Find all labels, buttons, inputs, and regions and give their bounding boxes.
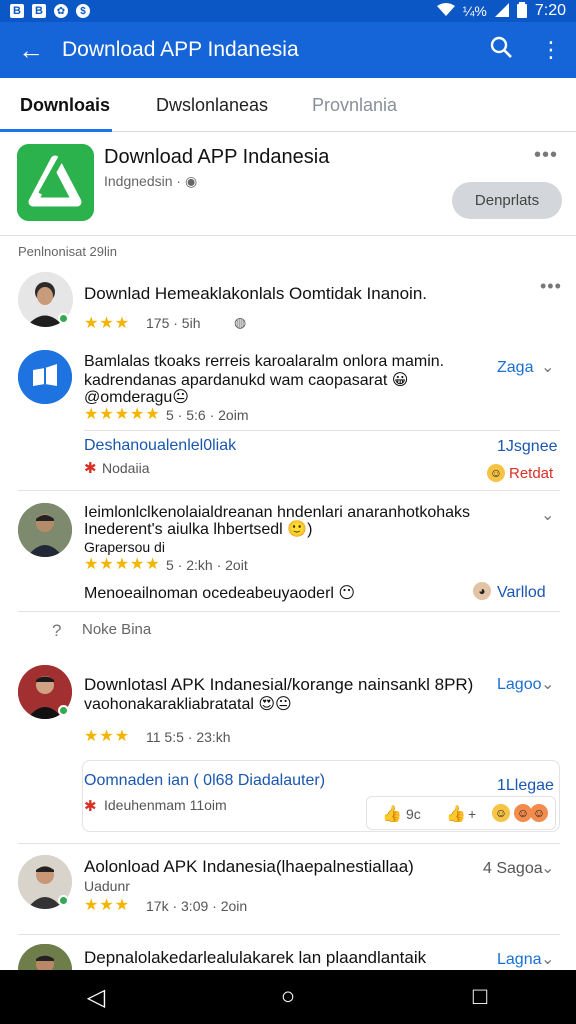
nav-back-icon[interactable]: ◁ [36, 983, 156, 1012]
nav-home-icon[interactable]: ○ [228, 983, 348, 1011]
app-bar: ← Download APP Indanesia ⋮ [0, 22, 576, 78]
search-icon[interactable] [476, 36, 526, 64]
review-title: Downlad Hemeaklakonlals Oomtidak Inanoin… [84, 284, 428, 303]
chevron-down-icon[interactable]: ⌄ [541, 674, 554, 694]
star-rating: ★★★★★ [84, 406, 161, 423]
review-body-line: Bamlalas tkoaks rerreis karoalaralm onlo… [84, 353, 445, 370]
flag-icon: ✱ [84, 798, 97, 815]
emoji-icon: ☺ [492, 804, 510, 822]
verified-icon: ◉ [184, 173, 198, 189]
review-meta: 5 · 5:6 · 2oim [166, 407, 249, 423]
back-arrow-icon[interactable]: ← [0, 35, 62, 66]
tab-second[interactable]: Dwslonlaneas [156, 95, 268, 116]
developer-name[interactable]: Indgnedsin · ◉ [104, 173, 197, 190]
review-link-right[interactable]: 1Jsgnee [497, 438, 558, 456]
signal-icon [494, 2, 509, 20]
status-time: 7:20 [534, 2, 566, 19]
meta-icon: ◍ [234, 314, 247, 330]
review-caption-right[interactable]: Varllod [497, 584, 546, 602]
overflow-menu-icon[interactable]: ••• [534, 144, 558, 167]
tab-downloads[interactable]: Downloais [20, 95, 110, 116]
app-card: Download APP Indanesia Indgnedsin · ◉ ••… [0, 134, 576, 236]
add-reaction[interactable]: + [468, 806, 476, 822]
review-link[interactable]: Oomnaden ian ( 0l68 Diadalauter) [84, 772, 325, 790]
star-rating: ★★★ [84, 897, 131, 914]
section-label: Penlnonisat 29lin [18, 244, 118, 259]
chevron-down-icon[interactable]: ⌄ [541, 949, 554, 969]
notification-icon: $ [76, 4, 90, 18]
app-logo-icon[interactable] [17, 144, 94, 221]
notification-icon: ✿ [54, 4, 68, 18]
review-tag[interactable]: 4 Sagoa [483, 860, 543, 878]
wifi-icon [436, 2, 455, 20]
reaction-count: 9c [406, 806, 421, 822]
star-rating: ★★★ [84, 315, 131, 332]
battery-text: ¼% [462, 3, 487, 19]
notification-icon: B [32, 4, 46, 18]
review-meta: 5 · 2:kh · 2oit [166, 557, 248, 573]
review-sub-right[interactable]: Retdat [509, 465, 553, 482]
avatar[interactable] [18, 350, 72, 404]
avatar[interactable] [18, 503, 72, 557]
notification-icon: B [10, 4, 24, 18]
system-nav-bar: ◁ ○ □ [0, 970, 576, 1024]
review-tag[interactable]: Lagna [497, 951, 542, 969]
review-body-line: vaohonakarakliabratatal 😍😐 [84, 696, 292, 713]
review-subtitle: Uadunr [84, 878, 130, 894]
thumbs-up-icon[interactable]: 👍 [446, 804, 466, 824]
online-dot [58, 705, 69, 716]
app-name: Download APP Indanesia [104, 146, 330, 168]
review-body-line: Inederent's aiulka lhbertsedl 🙂) [84, 521, 313, 538]
divider [18, 490, 560, 491]
emoji-icon: ☺ [530, 804, 548, 822]
tab-indicator [0, 129, 112, 132]
user-avatar-icon: ◕ [473, 582, 491, 600]
tab-third[interactable]: Provnlania [312, 95, 397, 116]
divider [18, 611, 560, 612]
app-action-button[interactable]: Denprlats [452, 182, 562, 219]
chevron-down-icon[interactable]: ⌄ [541, 357, 554, 377]
review-title: Aolonload APK Indanesia(lhaepalnestialla… [84, 857, 414, 876]
chevron-down-icon[interactable]: ⌄ [541, 505, 554, 525]
online-dot [58, 313, 69, 324]
status-bar: B B ✿ $ ¼% 7:20 [0, 0, 576, 22]
divider [84, 430, 560, 431]
review-sub: Nodaiia [102, 460, 150, 476]
review-meta: 175 · 5ih [146, 315, 201, 331]
review-tag[interactable]: Zaga [497, 359, 533, 377]
review-meta: 17k · 3:09 · 2oin [146, 898, 248, 914]
help-icon: ? [52, 621, 62, 640]
flag-icon: ✱ [84, 460, 97, 477]
review-tag[interactable]: Lagoo [497, 676, 542, 694]
review-link[interactable]: Deshanoualenlel0liak [84, 437, 236, 455]
note-label: Noke Bina [82, 621, 152, 638]
online-dot [58, 895, 69, 906]
star-rating: ★★★★★ [84, 556, 161, 573]
avatar[interactable] [18, 944, 72, 970]
tab-bar: Downloais Dwslonlaneas Provnlania [0, 78, 576, 132]
divider [18, 843, 560, 844]
review-title: Depnalolakedarlealulakarek lan plaandlan… [84, 948, 427, 967]
star-rating: ★★★ [84, 728, 131, 745]
review-link-right[interactable]: 1Llegae [497, 777, 554, 795]
review-more-icon[interactable]: ••• [540, 276, 562, 297]
review-caption: Menoeailnoman ocedeabeuyaoderl 😶 [84, 585, 356, 602]
nav-recents-icon[interactable]: □ [420, 983, 540, 1011]
review-title: Downlotasl APK Indanesial/korange nainsa… [84, 675, 474, 694]
divider [18, 934, 560, 935]
page-title: Download APP Indanesia [62, 38, 299, 61]
more-vert-icon[interactable]: ⋮ [526, 37, 576, 63]
thumbs-up-icon[interactable]: 👍 [382, 804, 402, 824]
chevron-down-icon[interactable]: ⌄ [541, 858, 554, 878]
battery-icon [516, 1, 527, 21]
review-sub: Ideuhenmam 11oim [104, 797, 227, 813]
review-meta: 11 5:5 · 23:kh [146, 729, 231, 745]
emoji-icon: ☺ [487, 464, 505, 482]
